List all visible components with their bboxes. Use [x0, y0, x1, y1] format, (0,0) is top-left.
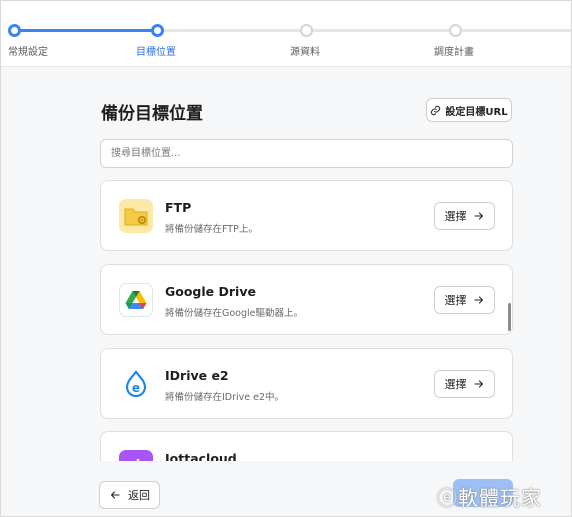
destination-search-input[interactable] — [100, 139, 513, 168]
step-label-destination[interactable]: 目標位置 — [136, 43, 176, 58]
watermark-text: ⓔ軟體玩家 — [437, 486, 542, 510]
step-dot-destination[interactable] — [151, 24, 164, 37]
arrow-right-icon — [473, 296, 483, 304]
destination-description: 將備份儲存在FTP上。 — [165, 224, 258, 235]
list-scrollbar[interactable] — [508, 303, 511, 331]
folder-gear-icon — [119, 199, 153, 233]
destination-name: IDrive e2 — [165, 368, 229, 383]
select-label: 選擇 — [444, 210, 467, 223]
google-drive-icon — [119, 283, 153, 317]
arrow-left-icon — [110, 491, 120, 499]
svg-text:e: e — [132, 381, 140, 395]
idrive-e2-icon: e — [119, 367, 153, 401]
page-title: 備份目標位置 — [101, 104, 203, 124]
step-label-general[interactable]: 常規設定 — [8, 43, 48, 58]
set-target-url-label: 設定目標URL — [445, 106, 508, 118]
step-dot-source[interactable] — [300, 24, 313, 37]
select-google-drive-button[interactable]: 選擇 — [434, 286, 495, 314]
progress-stepper: 常規設定 目標位置 源資料 調度計畫 — [1, 1, 571, 67]
select-label: 選擇 — [444, 294, 467, 307]
step-label-source[interactable]: 源資料 — [290, 43, 320, 58]
step-dot-schedule[interactable] — [449, 24, 462, 37]
destination-description: 將備份儲存在Google驅動器上。 — [165, 308, 304, 319]
destination-card-ftp[interactable]: FTP 將備份儲存在FTP上。 選擇 — [100, 180, 513, 251]
link-icon — [431, 105, 441, 115]
select-ftp-button[interactable]: 選擇 — [434, 202, 495, 230]
back-button[interactable]: 返回 — [99, 481, 160, 509]
stepper-progress — [14, 29, 157, 32]
destination-description: 將備份儲存在IDrive e2中。 — [165, 392, 285, 403]
step-dot-general[interactable] — [8, 24, 21, 37]
destination-name: FTP — [165, 200, 192, 215]
set-target-url-button[interactable]: 設定目標URL — [426, 98, 512, 122]
arrow-right-icon — [473, 212, 483, 220]
destination-card-idrive-e2[interactable]: e IDrive e2 將備份儲存在IDrive e2中。 選擇 — [100, 348, 513, 419]
destination-card-google-drive[interactable]: Google Drive 將備份儲存在Google驅動器上。 選擇 — [100, 264, 513, 335]
arrow-right-icon — [473, 380, 483, 388]
select-idrive-e2-button[interactable]: 選擇 — [434, 370, 495, 398]
select-label: 選擇 — [444, 378, 467, 391]
step-label-schedule[interactable]: 調度計畫 — [434, 43, 474, 58]
back-label: 返回 — [128, 489, 150, 502]
destination-name: Google Drive — [165, 284, 256, 299]
app-window: 常規設定 目標位置 源資料 調度計畫 備份目標位置 設定目標URL FTP 將備… — [0, 0, 572, 517]
